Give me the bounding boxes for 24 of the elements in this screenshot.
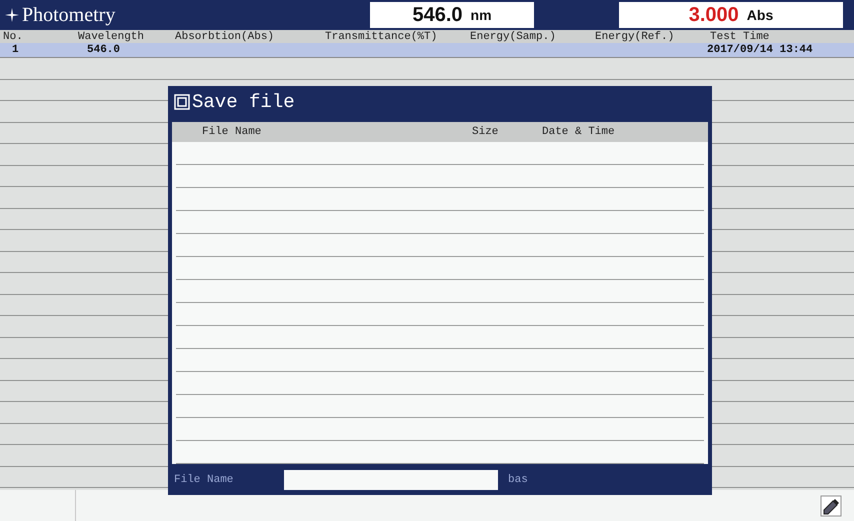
absorbance-readout: 3.000 Abs [619, 2, 843, 28]
column-header: No. [2, 30, 24, 42]
file-name-field[interactable] [284, 470, 498, 490]
dialog-title: Save file [192, 91, 295, 113]
table-row[interactable]: 1 546.0 2017/09/14 13:44 [0, 43, 854, 58]
column-header: Test Time [709, 30, 770, 42]
window-title: Photometry [22, 4, 116, 26]
column-header: Energy(Ref.) [594, 30, 676, 42]
column-header: Absorbtion(Abs) [174, 30, 276, 42]
wavelength-readout: 546.0 nm [370, 2, 534, 28]
column-header: Size [472, 126, 500, 138]
column-header: Date & Time [542, 126, 616, 138]
column-header: File Name [201, 126, 262, 138]
column-header: Energy(Samp.) [469, 30, 557, 42]
window-icon [174, 94, 190, 110]
file-name-label: File Name [173, 474, 234, 486]
sparkle-icon [4, 7, 20, 23]
extension-label: bas [507, 474, 528, 486]
table-cell-text: 1 [11, 44, 20, 56]
column-header: Transmittance(%T) [324, 30, 438, 42]
pencil-icon[interactable] [820, 494, 842, 516]
table-cell-text: 2017/09/14 13:44 [707, 44, 814, 56]
column-header: Wavelength [77, 30, 146, 42]
table-cell-text: 546.0 [86, 44, 122, 56]
